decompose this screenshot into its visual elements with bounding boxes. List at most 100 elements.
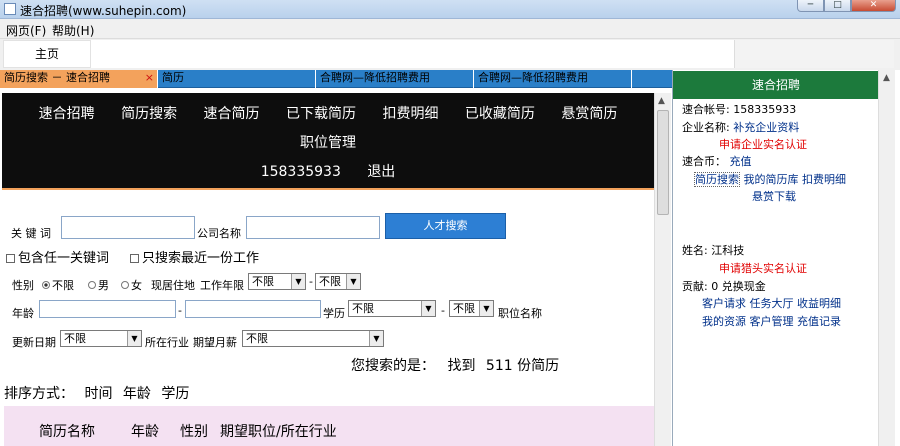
quick-links-1: 简历搜索 我的简历库 扣费明细 bbox=[694, 171, 846, 187]
years-to-select[interactable]: 不限 ▼ bbox=[315, 273, 361, 290]
account-info: 速合帐号: 158335933 bbox=[682, 101, 796, 117]
sort-by-time[interactable]: 时间 bbox=[84, 386, 112, 402]
account-label: 速合帐号: bbox=[682, 103, 730, 116]
close-icon[interactable]: ✕ bbox=[851, 0, 896, 12]
gender-option-female[interactable]: 女 bbox=[119, 277, 142, 293]
latest-only-label: 只搜索最近一份工作 bbox=[142, 251, 260, 266]
link-income-details[interactable]: 收益明细 bbox=[797, 297, 841, 310]
link-my-resumes[interactable]: 我的简历库 bbox=[744, 173, 799, 186]
name-info: 姓名: 江科技 bbox=[682, 242, 744, 258]
years-from-select[interactable]: 不限 ▼ bbox=[248, 273, 306, 290]
scroll-up-icon[interactable]: ▲ bbox=[883, 73, 890, 83]
edu-dash: - bbox=[441, 304, 445, 317]
link-my-resources[interactable]: 我的资源 bbox=[702, 315, 746, 328]
coins-label: 速合币： bbox=[682, 155, 726, 168]
years-from-value: 不限 bbox=[252, 275, 274, 288]
years-label: 工作年限 bbox=[200, 279, 244, 292]
education-label: 学历 bbox=[323, 307, 345, 320]
site-nav-row: 速合招聘 简历搜索 速合简历 已下载简历 扣费明细 已收藏简历 悬赏简历 bbox=[2, 103, 654, 123]
account-row: 158335933 退出 bbox=[2, 161, 654, 181]
header-divider bbox=[2, 188, 654, 190]
content-frame: 速合招聘 简历搜索 速合简历 已下载简历 扣费明细 已收藏简历 悬赏简历 职位管… bbox=[2, 93, 654, 446]
maximize-icon[interactable]: □ bbox=[824, 0, 851, 12]
site-nav-favorites[interactable]: 已收藏简历 bbox=[465, 106, 535, 122]
link-bounty-download[interactable]: 悬赏下载 bbox=[752, 188, 796, 204]
company-input[interactable] bbox=[246, 216, 380, 239]
content-scrollbar[interactable]: ▲ bbox=[654, 93, 671, 446]
link-charge-details[interactable]: 扣费明细 bbox=[802, 173, 846, 186]
site-nav-positions[interactable]: 职位管理 bbox=[300, 135, 356, 151]
complete-company-link[interactable]: 补充企业资料 bbox=[733, 121, 799, 134]
coins-info: 速合币： 充值 bbox=[682, 153, 752, 169]
gender-option-male[interactable]: 男 bbox=[86, 277, 109, 293]
salary-label: 期望月薪 bbox=[193, 336, 237, 349]
talent-search-button[interactable]: 人才搜索 bbox=[385, 213, 506, 239]
home-button[interactable]: 主页 bbox=[3, 40, 91, 68]
company-verify-link[interactable]: 申请企业实名认证 bbox=[719, 136, 807, 152]
logout-link[interactable]: 退出 bbox=[367, 164, 395, 180]
age-from-input[interactable] bbox=[39, 300, 176, 318]
sort-options: 排序方式： 时间 年龄 学历 bbox=[4, 383, 195, 403]
found-text: 找到 bbox=[447, 358, 476, 374]
education-from-select[interactable]: 不限 ▼ bbox=[348, 300, 436, 317]
tab-resume[interactable]: 简历 bbox=[158, 70, 316, 88]
edu-to-value: 不限 bbox=[453, 302, 475, 315]
panel-scrollbar[interactable]: ▲ bbox=[878, 70, 895, 446]
site-nav-suhe-resume[interactable]: 速合简历 bbox=[204, 106, 260, 122]
education-to-select[interactable]: 不限 ▼ bbox=[449, 300, 494, 317]
nav-strip: 主页 bbox=[0, 39, 900, 70]
tab-hepin-1[interactable]: 合聘网—降低招聘费用 bbox=[316, 70, 474, 88]
tab-hepin-2[interactable]: 合聘网—降低招聘费用 bbox=[474, 70, 632, 88]
edu-from-value: 不限 bbox=[352, 302, 374, 315]
checkbox-icon bbox=[130, 254, 139, 263]
site-nav-row-2: 职位管理 bbox=[2, 132, 654, 152]
gender-option-any[interactable]: 不限 bbox=[40, 277, 74, 293]
col-resume-name: 简历名称 bbox=[39, 424, 95, 440]
gender-label: 性别 bbox=[12, 279, 34, 292]
site-nav-downloaded[interactable]: 已下载简历 bbox=[286, 106, 356, 122]
site-nav-suhe[interactable]: 速合招聘 bbox=[39, 106, 95, 122]
link-client-management[interactable]: 客户管理 bbox=[750, 315, 794, 328]
company-info: 企业名称: 补充企业资料 bbox=[682, 119, 799, 135]
hunter-verify-link[interactable]: 申请猎头实名认证 bbox=[719, 260, 807, 276]
site-nav-charges[interactable]: 扣费明细 bbox=[382, 106, 438, 122]
link-recharge-records[interactable]: 充值记录 bbox=[797, 315, 841, 328]
position-label: 职位名称 bbox=[498, 307, 542, 320]
site-nav-bounty[interactable]: 悬赏简历 bbox=[561, 106, 617, 122]
years-dash: - bbox=[309, 275, 313, 288]
account-number: 158335933 bbox=[260, 164, 341, 180]
quick-links-2: 客户请求 任务大厅 收益明细 bbox=[702, 295, 841, 311]
panel-title: 速合招聘 bbox=[673, 71, 879, 99]
menu-bar: 网页(F) 帮助(H) bbox=[0, 19, 900, 39]
updated-value: 不限 bbox=[64, 332, 86, 345]
scroll-up-icon[interactable]: ▲ bbox=[658, 96, 665, 106]
age-to-input[interactable] bbox=[185, 300, 321, 318]
updated-select[interactable]: 不限 ▼ bbox=[60, 330, 142, 347]
found-count: 511 bbox=[485, 358, 513, 374]
link-client-requests[interactable]: 客户请求 bbox=[702, 297, 746, 310]
any-keyword-checkbox[interactable]: 包含任一关键词 bbox=[6, 247, 109, 266]
menu-item-help[interactable]: 帮助(H) bbox=[52, 22, 94, 39]
col-position: 期望职位/所在行业 bbox=[220, 424, 337, 440]
site-nav-resume-search[interactable]: 简历搜索 bbox=[121, 106, 177, 122]
link-resume-search[interactable]: 简历搜索 bbox=[694, 172, 740, 187]
title-bar: 速合招聘(www.suhepin.com) ─ □ ✕ bbox=[0, 0, 900, 19]
tab-label: 简历 bbox=[162, 71, 184, 84]
latest-only-checkbox[interactable]: 只搜索最近一份工作 bbox=[130, 247, 259, 266]
company-name-label: 企业名称: bbox=[682, 121, 730, 134]
tab-resume-search[interactable]: 简历搜索 － 速合招聘 × bbox=[0, 70, 158, 88]
menu-item-page[interactable]: 网页(F) bbox=[6, 22, 46, 39]
keyword-input[interactable] bbox=[61, 216, 195, 239]
sort-by-education[interactable]: 学历 bbox=[161, 386, 189, 402]
link-task-hall[interactable]: 任务大厅 bbox=[750, 297, 794, 310]
location-label: 现居住地 bbox=[151, 279, 195, 292]
checkbox-icon bbox=[6, 254, 15, 263]
minimize-icon[interactable]: ─ bbox=[797, 0, 824, 12]
tab-strip: 简历搜索 － 速合招聘 × 简历 合聘网—降低招聘费用 合聘网—降低招聘费用 bbox=[0, 70, 672, 88]
tab-close-icon[interactable]: × bbox=[145, 70, 154, 86]
salary-select[interactable]: 不限 ▼ bbox=[242, 330, 384, 347]
chevron-down-icon: ▼ bbox=[291, 274, 305, 289]
scroll-thumb[interactable] bbox=[657, 110, 669, 215]
recharge-link[interactable]: 充值 bbox=[730, 155, 752, 168]
sort-by-age[interactable]: 年龄 bbox=[123, 386, 151, 402]
